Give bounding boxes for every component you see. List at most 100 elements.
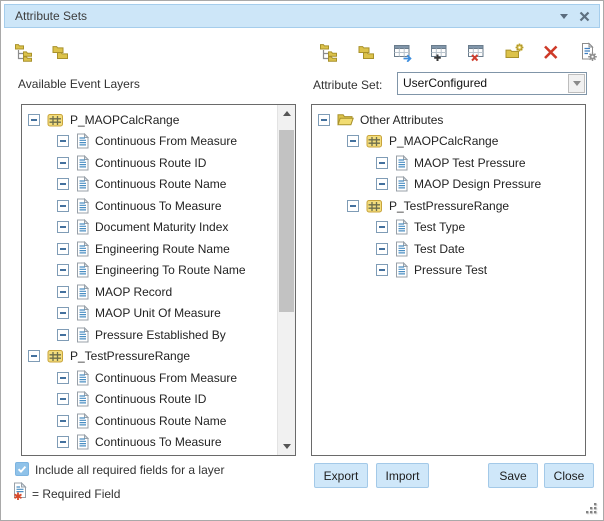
tree-item[interactable]: Test Type: [312, 217, 585, 239]
tree-item-label: Engineering To Route Name: [95, 263, 246, 277]
tree-item-label: MAOP Design Pressure: [414, 177, 541, 191]
vertical-scrollbar[interactable]: [277, 105, 295, 455]
field-icon: [76, 391, 89, 407]
table-delete-icon[interactable]: [467, 42, 487, 62]
titlebar-controls: [560, 11, 590, 22]
collapse-minus-icon[interactable]: [57, 393, 69, 405]
tree-item[interactable]: Continuous To Measure: [22, 195, 295, 217]
tree-item[interactable]: MAOP Unit Of Measure: [22, 303, 295, 325]
tree-item[interactable]: P_TestPressureRange: [312, 195, 585, 217]
collapse-minus-icon[interactable]: [57, 178, 69, 190]
dialog-title: Attribute Sets: [15, 9, 87, 23]
collapse-minus-icon[interactable]: [376, 221, 388, 233]
tree-item[interactable]: MAOP Test Pressure: [312, 152, 585, 174]
collapse-minus-icon[interactable]: [57, 415, 69, 427]
tree-item-label: Continuous Route ID: [95, 392, 206, 406]
export-button[interactable]: Export: [314, 463, 368, 488]
include-required-fields-label: Include all required fields for a layer: [35, 463, 224, 477]
event-layers-tree: P_MAOPCalcRangeContinuous From MeasureCo…: [22, 109, 295, 453]
page-gear-icon[interactable]: [578, 42, 598, 62]
collapse-minus-icon[interactable]: [57, 286, 69, 298]
collapse-minus-icon[interactable]: [28, 350, 40, 362]
collapse-minus-icon[interactable]: [57, 264, 69, 276]
collapse-minus-icon[interactable]: [57, 329, 69, 341]
tree-item[interactable]: Continuous From Measure: [22, 367, 295, 389]
tree-item[interactable]: MAOP Record: [22, 281, 295, 303]
tree-item[interactable]: Engineering Route Name: [22, 238, 295, 260]
tree-item[interactable]: Engineering To Route Name: [22, 260, 295, 282]
collapse-minus-icon[interactable]: [347, 200, 359, 212]
tree-item[interactable]: MAOP Design Pressure: [312, 174, 585, 196]
field-icon: [395, 241, 408, 257]
tree-item[interactable]: Continuous Route ID: [22, 389, 295, 411]
collapse-minus-icon[interactable]: [57, 157, 69, 169]
collapse-all-icon[interactable]: [50, 42, 70, 62]
scroll-down-icon[interactable]: [278, 438, 295, 455]
tree-item[interactable]: Continuous Route ID: [22, 152, 295, 174]
attribute-set-combobox[interactable]: UserConfigured: [397, 72, 587, 95]
field-icon: [76, 241, 89, 257]
field-icon: [395, 176, 408, 192]
collapse-minus-icon[interactable]: [57, 243, 69, 255]
available-event-layers-label: Available Event Layers: [18, 77, 140, 91]
collapse-minus-icon[interactable]: [57, 436, 69, 448]
include-required-fields-checkbox[interactable]: [15, 462, 29, 476]
scroll-up-icon[interactable]: [278, 105, 295, 122]
tree-item[interactable]: Pressure Test: [312, 260, 585, 282]
expand-all-icon[interactable]: [319, 42, 339, 62]
collapse-minus-icon[interactable]: [376, 157, 388, 169]
expand-all-icon[interactable]: [14, 42, 34, 62]
field-icon: [76, 434, 89, 450]
tree-item[interactable]: Other Attributes: [312, 109, 585, 131]
event-layer-icon: [47, 113, 64, 127]
import-button[interactable]: Import: [376, 463, 429, 488]
collapse-minus-icon[interactable]: [376, 178, 388, 190]
event-layer-icon: [366, 199, 383, 213]
folder-open-icon: [337, 113, 354, 126]
tree-item[interactable]: P_TestPressureRange: [22, 346, 295, 368]
tree-item[interactable]: Pressure Established By: [22, 324, 295, 346]
tree-item[interactable]: Continuous To Measure: [22, 432, 295, 454]
collapse-all-icon[interactable]: [356, 42, 376, 62]
titlebar: Attribute Sets: [4, 4, 600, 28]
collapse-minus-icon[interactable]: [376, 243, 388, 255]
scrollbar-thumb[interactable]: [279, 130, 294, 312]
attribute-set-label: Attribute Set:: [313, 78, 382, 92]
tree-item[interactable]: Continuous Route Name: [22, 174, 295, 196]
collapse-minus-icon[interactable]: [376, 264, 388, 276]
field-icon: [76, 219, 89, 235]
collapse-minus-icon[interactable]: [57, 200, 69, 212]
close-button[interactable]: Close: [544, 463, 594, 488]
tree-item-label: Pressure Test: [414, 263, 487, 277]
collapse-minus-icon[interactable]: [57, 135, 69, 147]
tree-item-label: Other Attributes: [360, 113, 443, 127]
table-import-icon[interactable]: [393, 42, 413, 62]
combobox-dropdown-button[interactable]: [568, 74, 585, 93]
tree-item[interactable]: Document Maturity Index: [22, 217, 295, 239]
resize-grip[interactable]: [585, 502, 598, 515]
collapse-minus-icon[interactable]: [347, 135, 359, 147]
tree-item[interactable]: P_MAOPCalcRange: [22, 109, 295, 131]
tree-item-label: P_TestPressureRange: [389, 199, 509, 213]
attribute-set-value: UserConfigured: [398, 73, 586, 93]
tree-item[interactable]: P_MAOPCalcRange: [312, 131, 585, 153]
collapse-minus-icon[interactable]: [57, 372, 69, 384]
collapse-minus-icon[interactable]: [318, 114, 330, 126]
tree-item[interactable]: Test Date: [312, 238, 585, 260]
collapse-minus-icon[interactable]: [57, 307, 69, 319]
delete-x-icon[interactable]: [541, 42, 561, 62]
tree-item[interactable]: Continuous From Measure: [22, 131, 295, 153]
tree-item[interactable]: Continuous Route Name: [22, 410, 295, 432]
collapse-minus-icon[interactable]: [57, 221, 69, 233]
save-button[interactable]: Save: [488, 463, 538, 488]
tree-item-label: P_MAOPCalcRange: [70, 113, 179, 127]
folder-gear-icon[interactable]: [504, 42, 524, 62]
attribute-set-panel: Other Attributes P_MAOPCalcRange MAOP Test…: [311, 104, 586, 456]
collapse-minus-icon[interactable]: [28, 114, 40, 126]
close-icon[interactable]: [579, 11, 590, 22]
field-icon: [76, 413, 89, 429]
table-add-icon[interactable]: [430, 42, 450, 62]
titlebar-dropdown-icon[interactable]: [560, 14, 568, 19]
tree-item-label: MAOP Test Pressure: [414, 156, 526, 170]
tree-item-label: MAOP Unit Of Measure: [95, 306, 221, 320]
